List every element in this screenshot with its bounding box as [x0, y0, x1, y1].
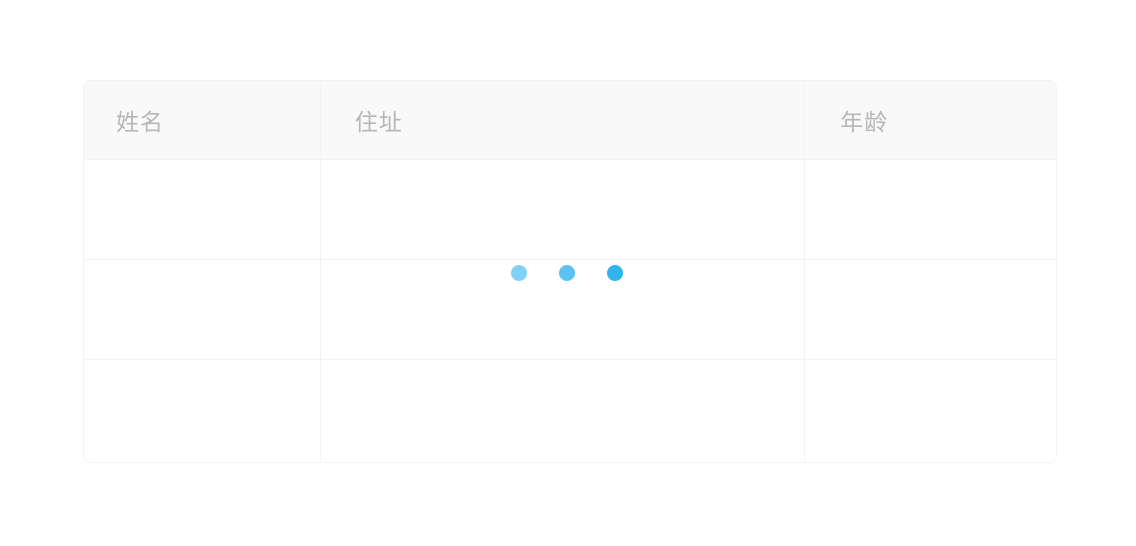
loading-spinner [511, 265, 623, 281]
loading-dot [559, 265, 575, 281]
table-row [84, 360, 1056, 462]
loading-dot [511, 265, 527, 281]
table-cell [84, 160, 321, 259]
table-cell [805, 360, 1056, 462]
table-cell [805, 160, 1056, 259]
table-cell [805, 260, 1056, 359]
table-cell [84, 360, 321, 462]
table-cell [84, 260, 321, 359]
column-header-address[interactable]: 住址 [321, 81, 806, 159]
table-header-row: 姓名 住址 年龄 [84, 81, 1056, 160]
column-header-age[interactable]: 年龄 [805, 81, 1056, 159]
table-row [84, 160, 1056, 260]
table-cell [321, 160, 806, 259]
loading-dot [607, 265, 623, 281]
table-cell [321, 360, 806, 462]
column-header-name[interactable]: 姓名 [84, 81, 321, 159]
